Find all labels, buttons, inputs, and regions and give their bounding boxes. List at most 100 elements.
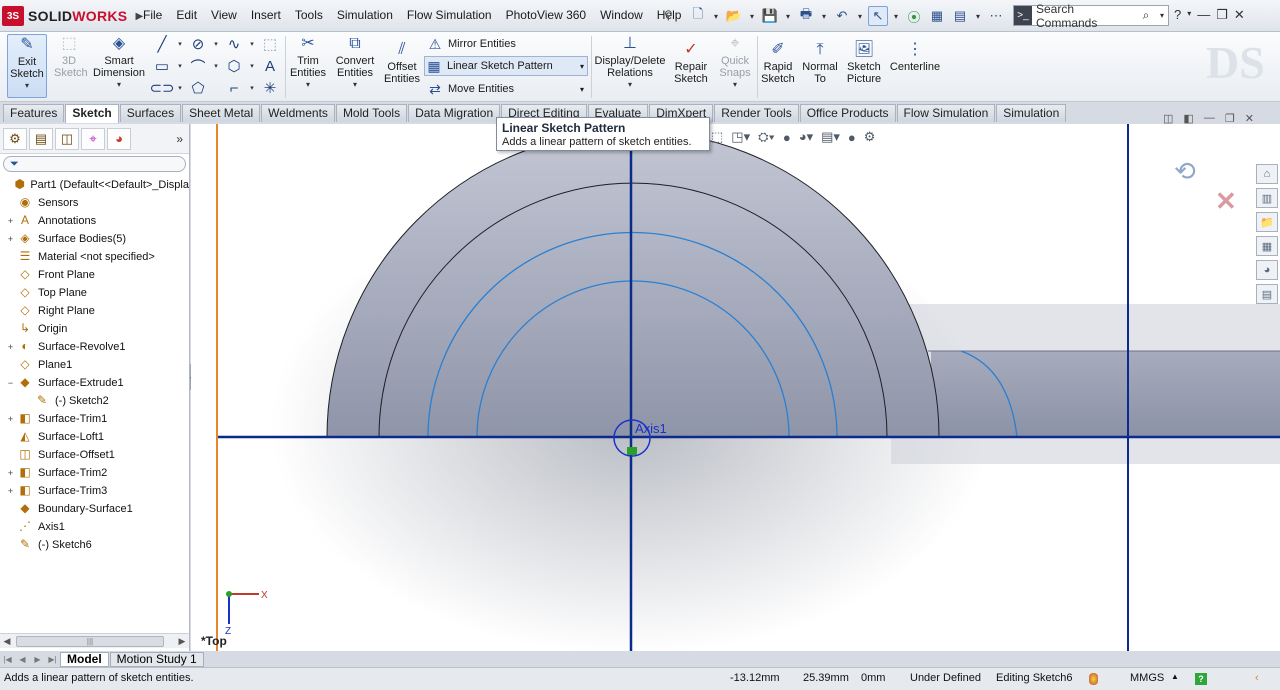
- arc-dropdown-icon[interactable]: ▾: [212, 57, 220, 75]
- file-explorer-icon[interactable]: 📁: [1256, 212, 1278, 232]
- line-dropdown-icon[interactable]: ▾: [176, 35, 184, 53]
- move-dropdown-icon[interactable]: ▾: [580, 85, 584, 94]
- restore-icon[interactable]: ❐: [1216, 7, 1228, 23]
- new-document-icon[interactable]: 🗋: [688, 6, 708, 26]
- help-dropdown-icon[interactable]: ▾: [1187, 7, 1191, 23]
- tab-sheet-metal[interactable]: Sheet Metal: [182, 104, 261, 122]
- options-dropdown-icon[interactable]: ▾: [973, 12, 983, 21]
- circle-dropdown-icon[interactable]: ▾: [212, 35, 220, 53]
- expand-toggle-icon[interactable]: +: [5, 342, 16, 352]
- apply-scene-icon[interactable]: ◕▾: [799, 129, 813, 145]
- status-units[interactable]: MMGS: [1130, 672, 1164, 684]
- sketch-picture-button[interactable]: 🖼 Sketch Picture: [843, 40, 885, 86]
- tree-item[interactable]: + ◈ Surface Bodies(5): [0, 230, 189, 248]
- rebuild-light-icon[interactable]: [1089, 673, 1098, 685]
- section-view-icon[interactable]: ●: [848, 130, 856, 145]
- tree-item[interactable]: ✎ (-) Sketch2: [0, 392, 189, 410]
- customize-icon[interactable]: ⋯: [986, 6, 1006, 26]
- tab-sketch[interactable]: Sketch: [65, 104, 119, 123]
- print-dropdown-icon[interactable]: ▾: [819, 12, 829, 21]
- arc-icon[interactable]: ⌒: [189, 57, 207, 76]
- tab-render-tools[interactable]: Render Tools: [714, 104, 799, 122]
- tree-item[interactable]: ◇ Top Plane: [0, 284, 189, 302]
- tree-item[interactable]: ↳ Origin: [0, 320, 189, 338]
- tree-item[interactable]: ⋰ Axis1: [0, 518, 189, 536]
- horizontal-scrollbar[interactable]: ◀ ||| ▶: [0, 633, 189, 648]
- close-icon[interactable]: ✕: [1234, 7, 1245, 23]
- slot-dropdown-icon[interactable]: ▾: [176, 79, 184, 97]
- tree-item[interactable]: ◇ Right Plane: [0, 302, 189, 320]
- expand-toggle-icon[interactable]: +: [5, 414, 16, 424]
- tab-flow-simulation[interactable]: Flow Simulation: [896, 104, 996, 122]
- convert-entities-button[interactable]: ⧉ Convert Entities ▾: [332, 34, 378, 91]
- menu-simulation[interactable]: Simulation: [330, 8, 400, 22]
- tab-simulation[interactable]: Simulation: [996, 104, 1067, 122]
- trim-entities-button[interactable]: ✂ Trim Entities ▾: [288, 34, 328, 91]
- feature-tree-tab-icon[interactable]: ⚙: [3, 127, 27, 150]
- rapid-sketch-button[interactable]: ✐ Rapid Sketch: [760, 40, 796, 86]
- fillet-icon[interactable]: ⌐: [225, 79, 243, 97]
- fillet-dropdown-icon[interactable]: ▾: [248, 79, 256, 97]
- print-icon[interactable]: 🖶: [796, 6, 816, 26]
- axis-label[interactable]: Axis1: [635, 421, 667, 436]
- display-style-icon[interactable]: ◳▾: [731, 129, 750, 145]
- first-tab-icon[interactable]: |◀: [0, 655, 15, 664]
- convert-dropdown-icon[interactable]: ▾: [353, 79, 357, 91]
- appearances-icon[interactable]: ◕: [1256, 260, 1278, 280]
- edit-appearance-icon[interactable]: ●: [783, 130, 791, 145]
- tree-item[interactable]: + A Annotations: [0, 212, 189, 230]
- save-dropdown-icon[interactable]: ▾: [783, 12, 793, 21]
- configuration-manager-tab-icon[interactable]: ◫: [55, 127, 79, 150]
- units-up-icon[interactable]: ▲: [1171, 672, 1179, 681]
- property-manager-tab-icon[interactable]: ▤: [29, 127, 53, 150]
- pin-icon[interactable]: ⚲: [664, 8, 673, 22]
- cancel-corner-icon[interactable]: ✕: [1215, 186, 1237, 217]
- rectangle-dropdown-icon[interactable]: ▾: [176, 57, 184, 75]
- menu-tools[interactable]: Tools: [288, 8, 330, 22]
- new-dropdown-icon[interactable]: ▾: [711, 12, 721, 21]
- tab-weldments[interactable]: Weldments: [261, 104, 335, 122]
- tree-item[interactable]: + ◧ Surface-Trim1: [0, 410, 189, 428]
- graphics-area[interactable]: X Z Axis1 ⬚ ◳▾ ⛭▾ ● ◕▾ ▤▾ ● ⚙ *Top ⟲ ✕: [191, 124, 1280, 651]
- polygon-icon[interactable]: ⬡: [225, 57, 243, 75]
- select-dropdown-icon[interactable]: ▾: [891, 12, 901, 21]
- custom-properties-icon[interactable]: ▤: [1256, 284, 1278, 304]
- options-icon[interactable]: ▤: [950, 6, 970, 26]
- smart-dimension-dropdown-icon[interactable]: ▾: [117, 79, 121, 91]
- tab-surfaces[interactable]: Surfaces: [119, 104, 182, 122]
- expand-toggle-icon[interactable]: +: [5, 234, 16, 244]
- tree-item[interactable]: − ◆ Surface-Extrude1: [0, 374, 189, 392]
- expand-toggle-icon[interactable]: +: [5, 468, 16, 478]
- spline-icon[interactable]: ∿: [225, 35, 243, 53]
- undo-icon[interactable]: ↶: [832, 6, 852, 26]
- menu-flow-simulation[interactable]: Flow Simulation: [400, 8, 499, 22]
- minimize-icon[interactable]: —: [1197, 7, 1210, 23]
- more-tabs-icon[interactable]: »: [176, 132, 183, 146]
- tree-item[interactable]: ◆ Boundary-Surface1: [0, 500, 189, 518]
- doc-restore-icon[interactable]: ❐: [1225, 112, 1235, 125]
- open-icon[interactable]: 📂: [724, 6, 744, 26]
- tree-item[interactable]: + ◐ Surface-Revolve1: [0, 338, 189, 356]
- tab-mold-tools[interactable]: Mold Tools: [335, 104, 408, 122]
- smart-dimension-button[interactable]: ◈ Smart Dimension ▾: [92, 34, 146, 91]
- tree-item[interactable]: ◇ Front Plane: [0, 266, 189, 284]
- menu-window[interactable]: Window: [593, 8, 650, 22]
- centerline-button[interactable]: ⋮ Centerline: [889, 40, 941, 74]
- normal-to-button[interactable]: ⤒ Normal To: [800, 40, 840, 86]
- search-icon[interactable]: ⌕: [1136, 8, 1156, 23]
- slot-icon[interactable]: ⊂⊃: [149, 79, 174, 97]
- tab-model[interactable]: Model: [60, 651, 109, 667]
- menu-edit[interactable]: Edit: [169, 8, 204, 22]
- scroll-right-icon[interactable]: ▶: [175, 636, 189, 647]
- menu-view[interactable]: View: [204, 8, 244, 22]
- exit-sketch-button[interactable]: ✎ Exit Sketch ▾: [7, 34, 47, 98]
- quick-snaps-button[interactable]: ⌖ Quick Snaps ▾: [716, 34, 754, 91]
- dimxpert-manager-tab-icon[interactable]: ⌖: [81, 127, 105, 150]
- repair-sketch-button[interactable]: ✓ Repair Sketch: [670, 40, 712, 86]
- status-help-icon[interactable]: ?: [1195, 673, 1207, 685]
- view-settings-icon[interactable]: ▤▾: [821, 129, 840, 145]
- tree-item[interactable]: ◇ Plane1: [0, 356, 189, 374]
- 3d-sketch-button[interactable]: ⬚ 3D Sketch: [51, 34, 88, 80]
- confirm-corner-icon[interactable]: ⟲: [1174, 156, 1196, 187]
- tree-item[interactable]: ◫ Surface-Offset1: [0, 446, 189, 464]
